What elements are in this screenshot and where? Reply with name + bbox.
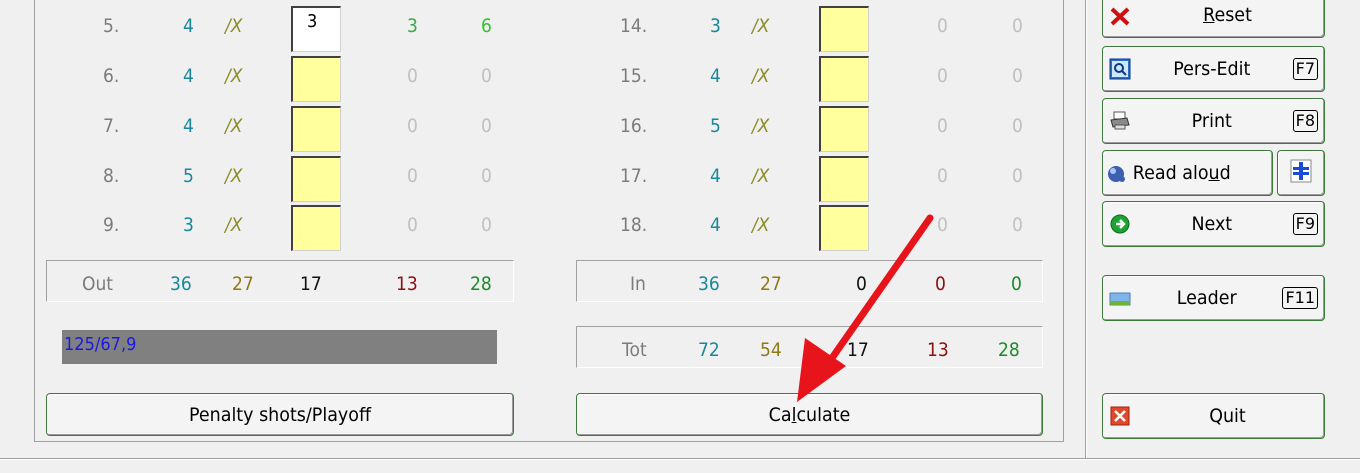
- red-arrow-annotation: [797, 214, 934, 402]
